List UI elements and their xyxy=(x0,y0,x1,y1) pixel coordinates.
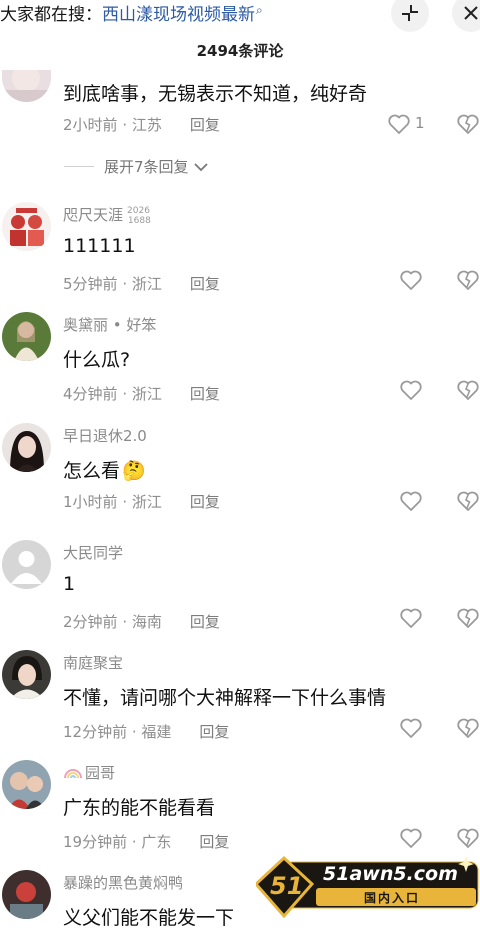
comment-meta: 2小时前 · 江苏 回复 xyxy=(63,116,220,134)
avatar[interactable] xyxy=(2,760,51,809)
dislike-icon[interactable] xyxy=(456,112,480,136)
username[interactable]: 大民同学 xyxy=(63,542,123,563)
divider xyxy=(64,166,94,167)
like-icon[interactable] xyxy=(387,112,411,136)
search-suggestion-bar[interactable]: 大家都在搜：西山漾现场视频最新⌕ xyxy=(0,0,480,32)
search-suggestion[interactable]: 大家都在搜：西山漾现场视频最新⌕ xyxy=(0,0,263,25)
collapse-button[interactable] xyxy=(391,0,429,32)
like-icon[interactable] xyxy=(399,378,423,402)
comment-time: 12分钟前 xyxy=(63,723,128,741)
like-icon[interactable] xyxy=(399,268,423,292)
close-icon xyxy=(464,6,478,20)
comment-time: 2分钟前 xyxy=(63,613,118,631)
reply-button[interactable]: 回复 xyxy=(199,833,229,851)
dislike-icon[interactable] xyxy=(456,716,480,740)
comment-count: 2494条评论 xyxy=(196,42,284,60)
like-icon[interactable] xyxy=(399,489,423,513)
username[interactable]: 园哥 xyxy=(63,762,115,783)
comment-text: 怎么看 🤔 xyxy=(63,456,146,483)
comment-text: 1 xyxy=(63,573,76,595)
search-icon: ⌕ xyxy=(256,3,263,17)
dislike-icon[interactable] xyxy=(456,826,480,850)
username[interactable]: 暴躁的黑色黄焖鸭 xyxy=(63,872,183,893)
avatar[interactable] xyxy=(2,202,51,251)
comment-text: 义父们能不能发一下 xyxy=(63,907,235,929)
default-avatar-icon xyxy=(11,551,42,584)
comment-meta: 5分钟前 · 浙江 回复 xyxy=(63,275,220,293)
thinking-emoji: 🤔 xyxy=(122,460,146,482)
like-icon[interactable] xyxy=(399,606,423,630)
avatar[interactable] xyxy=(2,870,51,919)
comment-meta: 19分钟前 · 广东 回复 xyxy=(63,833,230,851)
comment-meta: 1小时前 · 浙江 回复 xyxy=(63,493,220,511)
username-text: 园哥 xyxy=(85,764,116,782)
dislike-icon[interactable] xyxy=(456,268,480,292)
comment-location: 江苏 xyxy=(131,116,162,134)
comment-location: 福建 xyxy=(141,723,172,741)
collapse-icon xyxy=(402,5,418,21)
like-icon[interactable] xyxy=(399,826,423,850)
comment-time: 4分钟前 xyxy=(63,385,118,403)
comment-text: 什么瓜? xyxy=(63,349,131,371)
comment-text-content: 怎么看 xyxy=(63,460,121,482)
close-button[interactable] xyxy=(452,0,480,32)
comment-text: 广东的能不能看看 xyxy=(63,797,216,819)
comment-time: 19分钟前 xyxy=(63,833,128,851)
reply-button[interactable]: 回复 xyxy=(190,493,220,511)
chevron-down-icon xyxy=(193,162,208,171)
comment-meta: 2分钟前 · 海南 回复 xyxy=(63,613,220,631)
username[interactable]: 早日退休2.0 xyxy=(63,425,147,446)
reply-button[interactable]: 回复 xyxy=(190,385,220,403)
dislike-icon[interactable] xyxy=(456,606,480,630)
username[interactable]: 奥黛丽 • 好笨 xyxy=(63,314,156,335)
expand-replies-label: 展开7条回复 xyxy=(104,158,189,176)
user-badge-bottom: 1688 xyxy=(127,216,151,226)
comment-time: 1小时前 xyxy=(63,493,118,511)
watermark-logo-number: 51 xyxy=(270,872,304,900)
avatar[interactable] xyxy=(2,423,51,472)
comment-location: 广东 xyxy=(141,833,172,851)
comment-meta: 4分钟前 · 浙江 回复 xyxy=(63,385,220,403)
like-count: 1 xyxy=(415,114,425,132)
comment-meta: 12分钟前 · 福建 回复 xyxy=(63,723,230,741)
reply-button[interactable]: 回复 xyxy=(190,275,220,293)
comment-time: 2小时前 xyxy=(63,116,118,134)
username-text: 咫尺天涯 xyxy=(63,206,124,224)
user-badge-top: 2026 xyxy=(127,206,150,216)
avatar[interactable] xyxy=(2,540,51,589)
avatar[interactable] xyxy=(2,312,51,361)
comment-location: 浙江 xyxy=(131,493,162,511)
watermark-banner[interactable]: 51 51awn5.com 国内入口 xyxy=(253,854,480,919)
search-suggestion-term[interactable]: 西山漾现场视频最新 xyxy=(102,5,255,25)
reply-button[interactable]: 回复 xyxy=(190,613,220,631)
like-icon[interactable] xyxy=(399,716,423,740)
watermark-site: 51awn5.com xyxy=(323,863,458,885)
avatar[interactable] xyxy=(2,70,51,102)
username[interactable]: 咫尺天涯 20261688 xyxy=(63,204,151,226)
dislike-icon[interactable] xyxy=(456,489,480,513)
rainbow-icon xyxy=(64,769,82,779)
reply-button[interactable]: 回复 xyxy=(199,723,229,741)
search-suggestion-label: 大家都在搜： xyxy=(0,5,102,25)
reply-button[interactable]: 回复 xyxy=(190,116,220,134)
comment-text: 111111 xyxy=(63,235,136,257)
comment-text: 到底啥事，无锡表示不知道，纯好奇 xyxy=(63,83,368,105)
avatar[interactable] xyxy=(2,650,51,699)
expand-replies-button[interactable]: 展开7条回复 xyxy=(64,156,209,177)
comment-text: 不懂，请问哪个大神解释一下什么事情 xyxy=(63,687,387,709)
watermark-caption: 国内入口 xyxy=(364,891,421,905)
comment-location: 浙江 xyxy=(131,275,162,293)
comment-location: 海南 xyxy=(131,613,162,631)
dislike-icon[interactable] xyxy=(456,378,480,402)
comment-time: 5分钟前 xyxy=(63,275,118,293)
username[interactable]: 南庭聚宝 xyxy=(63,652,123,673)
comment-location: 浙江 xyxy=(131,385,162,403)
